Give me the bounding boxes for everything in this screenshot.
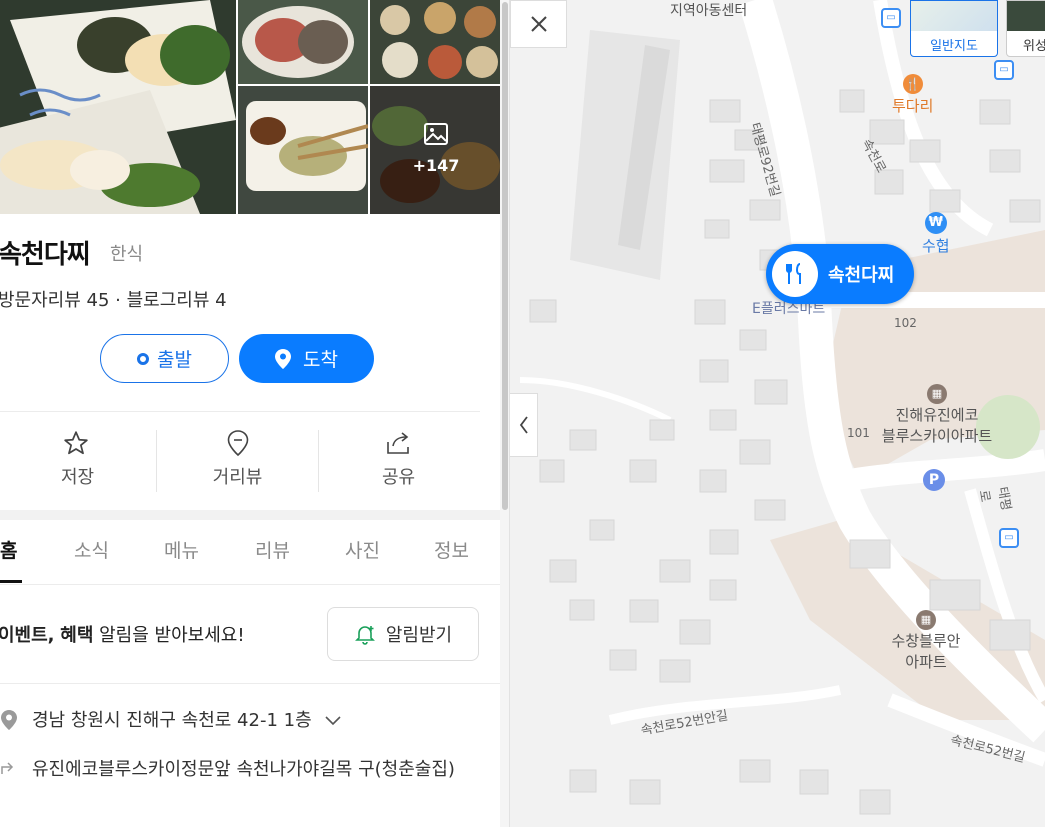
map-type-normal-thumb	[911, 1, 997, 31]
route-start-label: 출발	[157, 349, 192, 371]
poi-tudari[interactable]: 🍴 투다리	[892, 74, 933, 116]
map-type-satellite-thumb	[1007, 1, 1045, 31]
divider	[156, 430, 157, 492]
apartment-icon: ▦	[927, 384, 947, 404]
poi-yujin-label-1: 진해유진에코	[895, 406, 979, 424]
poi-yujin-apartment[interactable]: ▦ 진해유진에코 블루스카이아파트	[872, 384, 1002, 446]
marker-icon-circle	[772, 251, 818, 297]
photo-more[interactable]: +147	[370, 86, 502, 214]
tab-menu[interactable]: 메뉴	[164, 536, 199, 563]
promo-bold-events: 이벤트,	[0, 625, 55, 646]
address-text[interactable]: 경남 창원시 진해구 속천로 42-1 1층	[32, 706, 341, 732]
tab-news[interactable]: 소식	[74, 536, 109, 563]
collapse-panel-button[interactable]	[510, 393, 538, 457]
chevron-down-icon[interactable]	[325, 716, 341, 726]
scrollbar-thumb[interactable]	[502, 2, 508, 510]
close-icon	[530, 16, 547, 32]
divider	[0, 411, 480, 412]
gallery-icon	[424, 123, 448, 145]
bus-stop-icon[interactable]: ▭	[994, 60, 1014, 80]
promo-text: 이벤트, 혜택 알림을 받아보세요!	[0, 621, 245, 647]
share-button[interactable]: 공유	[321, 425, 476, 495]
tab-review[interactable]: 리뷰	[255, 536, 290, 563]
map-type-satellite-button[interactable]: 위성	[1006, 0, 1045, 57]
poi-suchang-label-2: 아파트	[905, 653, 947, 671]
share-icon	[387, 432, 409, 454]
poi-suchang-label-1: 수창블루안	[891, 632, 961, 650]
photo-4[interactable]	[238, 86, 368, 214]
divider	[0, 683, 502, 684]
photo-grid[interactable]: +147	[0, 0, 502, 214]
promo-bold-benefits: 혜택	[60, 625, 94, 646]
photo-main[interactable]	[0, 0, 236, 214]
review-counts[interactable]: 방문자리뷰 45 · 블로그리뷰 4	[0, 286, 227, 312]
address-pin-icon	[1, 710, 17, 730]
bus-stop-icon[interactable]: ▭	[881, 8, 901, 28]
save-label: 저장	[60, 467, 95, 488]
route-start-button[interactable]: 출발	[100, 334, 229, 383]
notification-subscribe-button[interactable]: 알림받기	[327, 607, 479, 661]
place-category: 한식	[110, 244, 144, 265]
poi-suhyup[interactable]: ₩ 수협	[922, 212, 950, 256]
label-num-101: 101	[847, 426, 870, 440]
map-type-normal-label: 일반지도	[930, 39, 978, 54]
bus-stop-icon[interactable]: ▭	[999, 528, 1019, 548]
divider	[318, 430, 319, 492]
bank-icon: ₩	[924, 212, 947, 234]
tab-home[interactable]: 홈	[0, 536, 17, 563]
poi-tudari-label: 투다리	[892, 97, 934, 115]
chevron-left-icon	[519, 416, 528, 434]
notification-subscribe-label: 알림받기	[385, 625, 453, 646]
selected-place-marker[interactable]: 속천다찌	[766, 244, 914, 304]
active-tab-indicator	[0, 580, 22, 583]
start-dot-icon	[137, 352, 150, 365]
promo-rest: 알림을 받아보세요!	[93, 625, 245, 646]
poi-suchang-apartment[interactable]: ▦ 수창블루안 아파트	[866, 610, 986, 672]
location-pin-icon	[275, 348, 292, 369]
share-label: 공유	[381, 467, 416, 488]
tab-photo[interactable]: 사진	[345, 536, 380, 563]
label-num-102: 102	[894, 316, 917, 330]
star-icon	[64, 431, 88, 455]
divider	[0, 584, 502, 585]
marker-label: 속천다찌	[828, 265, 895, 286]
directions-text: 유진에코블루스카이정문앞 속천나가야길목 구(청춘술집)	[32, 759, 455, 780]
route-end-label: 도착	[303, 349, 338, 371]
section-gap	[0, 510, 502, 520]
photo-more-count: +147	[412, 156, 460, 175]
save-button[interactable]: 저장	[0, 425, 155, 495]
bell-plus-icon	[354, 626, 375, 645]
close-panel-button[interactable]	[510, 0, 567, 48]
place-name: 속천다찌	[0, 240, 91, 270]
map-canvas[interactable]: 지역아동센터 태평로92번길 속천로 태평로 속천로52번안길 속천로52번길 …	[510, 0, 1045, 827]
label-road-taepyeong: 태평로	[975, 485, 1014, 512]
restaurant-icon: 🍴	[902, 74, 923, 94]
photo-3[interactable]	[370, 0, 502, 84]
streetview-button[interactable]: 거리뷰	[160, 425, 315, 495]
streetview-pin-icon	[227, 430, 249, 457]
directions-icon	[1, 762, 14, 774]
restaurant-icon	[786, 263, 801, 284]
tab-info[interactable]: 정보	[434, 536, 469, 563]
address-value: 경남 창원시 진해구 속천로 42-1 1층	[32, 710, 312, 731]
route-end-button[interactable]: 도착	[239, 334, 374, 383]
map-type-normal-button[interactable]: 일반지도	[910, 0, 998, 57]
label-community-center: 지역아동센터	[670, 3, 748, 19]
streetview-label: 거리뷰	[212, 467, 263, 488]
poi-suhyup-label: 수협	[922, 237, 950, 255]
photo-2[interactable]	[238, 0, 368, 84]
place-panel: +147 속천다찌 한식 방문자리뷰 45 · 블로그리뷰 4 출발 도착 저장…	[0, 0, 510, 827]
poi-yujin-label-2: 블루스카이아파트	[881, 427, 993, 445]
apartment-icon: ▦	[916, 610, 936, 630]
parking-icon[interactable]: P	[923, 469, 945, 491]
map-type-satellite-label: 위성	[1023, 39, 1045, 54]
